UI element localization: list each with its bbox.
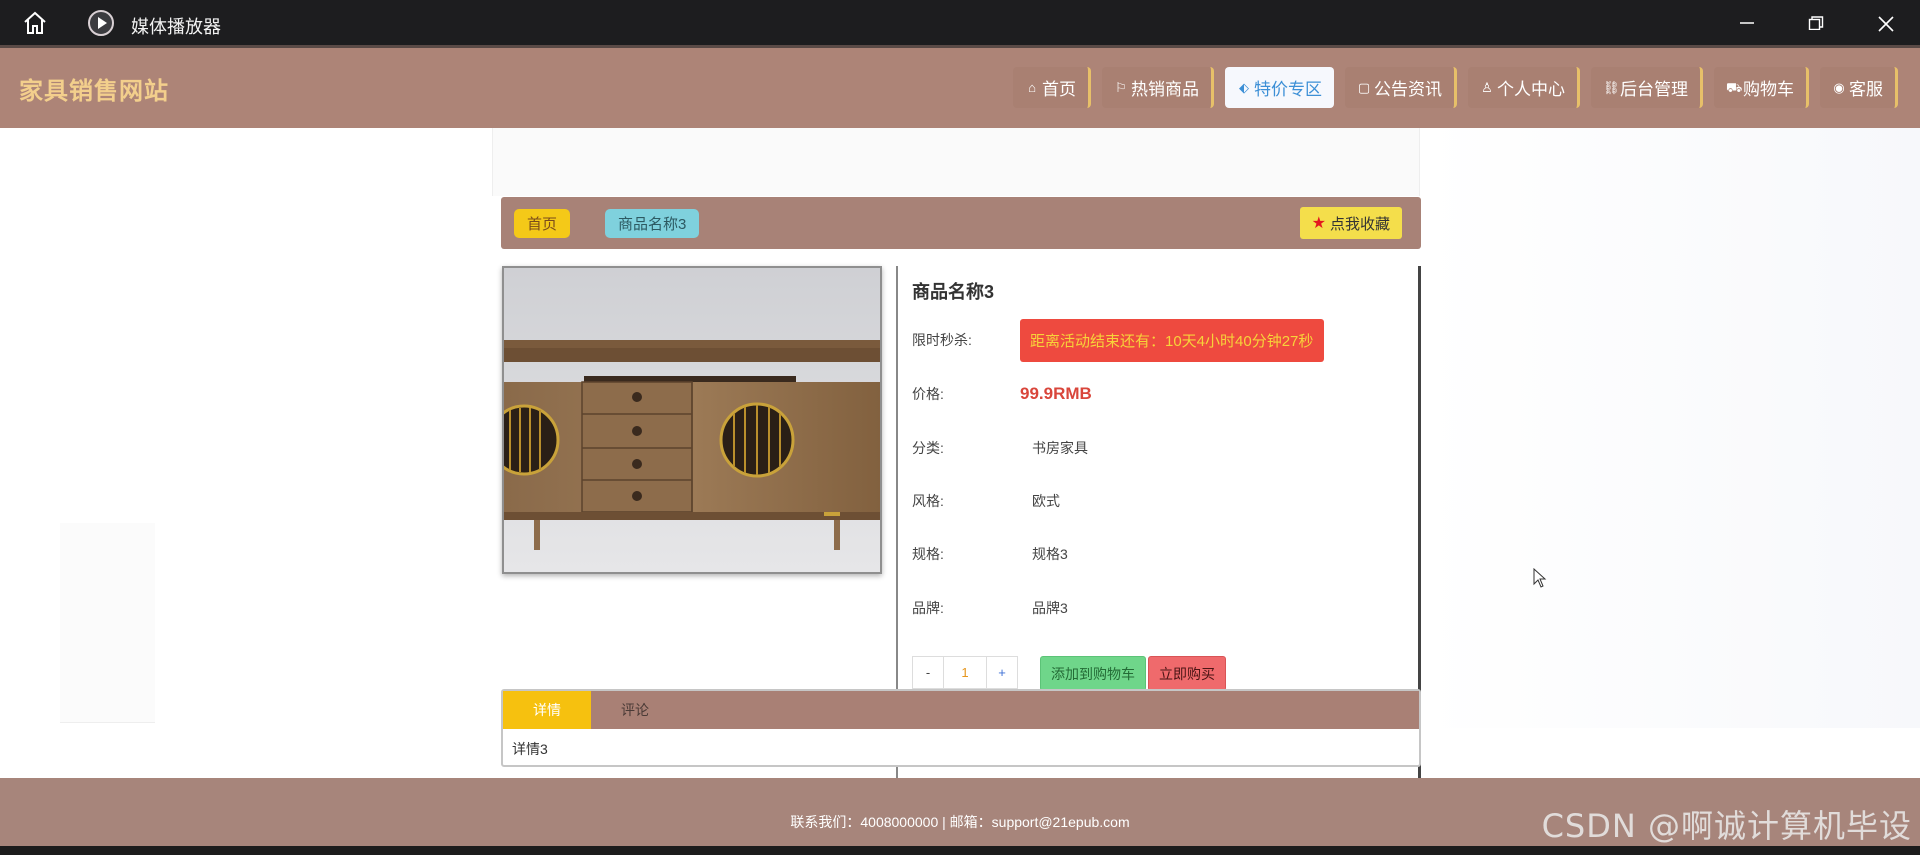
nav-home[interactable]: ⌂ 首页 [1013,67,1091,108]
nav-user-center[interactable]: ♙ 个人中心 [1468,67,1580,108]
favorite-button[interactable]: ★ 点我收藏 [1299,207,1402,239]
main-nav: ⌂ 首页 ⚐ 热销商品 ⬖ 特价专区 ▢ 公告资讯 ♙ 个人中心 ⛓ 后台管理 … [1013,67,1898,108]
cart-icon: ⛟ [1726,79,1743,95]
site-header: 家具销售网站 ⌂ 首页 ⚐ 热销商品 ⬖ 特价专区 ▢ 公告资讯 ♙ 个人中心 … [0,45,1920,128]
category-label: 分类: [912,440,944,456]
nav-customer-service[interactable]: ◉ 客服 [1820,67,1898,108]
banner-area [492,128,1420,196]
document-icon: ▢ [1357,79,1371,95]
close-icon [1878,16,1894,32]
breadcrumb: 首页 商品名称3 ★ 点我收藏 [501,197,1421,249]
close-button[interactable] [1866,8,1906,38]
nav-label: 公告资讯 [1374,80,1442,99]
countdown-timer: 距离活动结束还有：10天4小时40分钟27秒 [1020,319,1324,362]
nav-label: 客服 [1849,80,1883,99]
tabs-header: 详情 评论 [503,691,1419,729]
product-image [502,266,882,574]
quantity-decrease-button[interactable]: - [912,656,944,689]
brand-label: 品牌: [912,600,944,616]
favorite-label: 点我收藏 [1329,215,1390,233]
spec-value: 规格3 [1032,546,1068,562]
mouse-cursor-icon [1533,568,1547,588]
nav-label: 购物车 [1743,80,1794,99]
nav-label: 首页 [1042,80,1076,99]
site-logo[interactable]: 家具销售网站 [19,71,169,106]
minimize-button[interactable] [1727,8,1767,38]
restore-button[interactable] [1796,8,1836,38]
window-title: 媒体播放器 [131,17,221,37]
main-content: 首页 商品名称3 ★ 点我收藏 商品名称3 限时秒杀: 距离活动结束还有：10天… [0,128,1920,778]
spec-label: 规格: [912,546,944,562]
quantity-input[interactable]: 1 [944,656,986,689]
nav-cart[interactable]: ⛟ 购物车 [1714,67,1809,108]
bottom-strip [0,846,1920,855]
chat-icon: ◉ [1833,79,1845,95]
background-panel [1424,128,1920,728]
minimize-icon [1740,22,1754,24]
flag-icon: ⚐ [1115,79,1127,95]
user-icon: ♙ [1481,79,1493,95]
nav-label: 特价专区 [1254,80,1322,99]
background-panel [60,523,155,723]
link-icon: ⛓ [1603,79,1620,95]
brand-value: 品牌3 [1032,600,1068,616]
window-titlebar: 媒体播放器 [0,0,1920,45]
add-to-cart-button[interactable]: 添加到购物车 [1040,656,1146,691]
price-label: 价格: [912,386,944,402]
breadcrumb-product[interactable]: 商品名称3 [605,209,700,238]
tab-content: 详情3 [512,741,548,757]
style-value: 欧式 [1032,493,1060,509]
star-icon: ★ [1311,215,1326,232]
tag-icon: ⬖ [1239,79,1249,95]
sideboard-image [504,268,880,572]
nav-admin[interactable]: ⛓ 后台管理 [1591,67,1703,108]
product-tabs: 详情 评论 详情3 [501,689,1421,767]
tab-comments[interactable]: 评论 [591,691,679,729]
nav-label: 后台管理 [1620,80,1688,99]
style-label: 风格: [912,493,944,509]
category-value: 书房家具 [1032,440,1088,456]
product-price: 99.9RMB [1020,384,1092,403]
watermark-text: CSDN @啊诚计算机毕设 [1541,807,1912,845]
home-icon[interactable] [22,11,48,35]
restore-icon [1808,16,1824,30]
flash-sale-label: 限时秒杀: [912,332,972,348]
nav-label: 热销商品 [1131,80,1199,99]
nav-announcements[interactable]: ▢ 公告资讯 [1345,67,1457,108]
nav-special-offers[interactable]: ⬖ 特价专区 [1225,67,1334,108]
nav-hot-products[interactable]: ⚐ 热销商品 [1102,67,1214,108]
quantity-increase-button[interactable]: + [986,656,1018,689]
tab-details[interactable]: 详情 [503,691,591,729]
product-title: 商品名称3 [912,282,995,302]
media-player-icon [88,10,114,36]
home-icon: ⌂ [1028,79,1036,95]
nav-label: 个人中心 [1497,80,1565,99]
buy-now-button[interactable]: 立即购买 [1148,656,1226,691]
breadcrumb-home[interactable]: 首页 [514,209,571,238]
quantity-stepper: - 1 + [912,656,1018,689]
